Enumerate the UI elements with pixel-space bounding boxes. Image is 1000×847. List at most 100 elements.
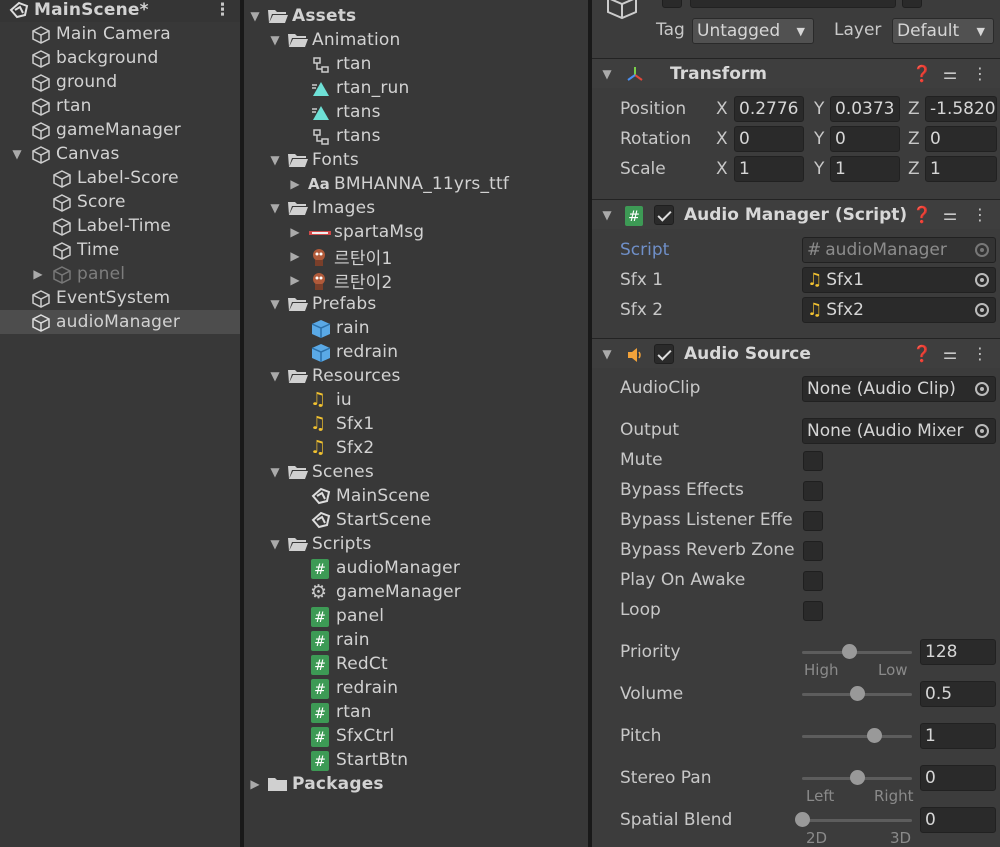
asset-item[interactable]: rtan_run: [244, 76, 588, 100]
expand-arrow-icon[interactable]: ▼: [248, 9, 262, 23]
audioclip-field[interactable]: None (Audio Clip): [802, 376, 996, 402]
audio-source-header[interactable]: ▼ Audio Source ❓ ⚌ ⋮: [592, 338, 1000, 368]
expand-arrow-icon[interactable]: ▼: [600, 208, 614, 222]
collapse-arrow-icon[interactable]: ▶: [288, 249, 302, 263]
asset-item[interactable]: ▶ 르탄이2: [244, 268, 588, 293]
collapse-arrow-icon[interactable]: ▶: [288, 225, 302, 239]
scale-z-field[interactable]: 1: [925, 156, 997, 182]
asset-item[interactable]: ♫ Sfx1: [244, 412, 588, 436]
expand-arrow-icon[interactable]: ▼: [268, 465, 282, 479]
play-on-awake-checkbox[interactable]: [803, 571, 823, 591]
sfx1-field[interactable]: ♫ Sfx1: [802, 267, 996, 293]
tag-dropdown[interactable]: Untagged ▼: [692, 18, 814, 44]
hierarchy-item[interactable]: gameManager: [0, 118, 240, 142]
asset-item[interactable]: rtans: [244, 124, 588, 148]
active-checkbox[interactable]: [662, 0, 682, 8]
asset-item[interactable]: rtans: [244, 100, 588, 124]
output-field[interactable]: None (Audio Mixer: [802, 418, 996, 444]
expand-arrow-icon[interactable]: ▼: [268, 297, 282, 311]
folder-scenes[interactable]: ▼ Scenes: [244, 460, 588, 484]
collapse-arrow-icon[interactable]: ▶: [288, 273, 302, 287]
preset-icon[interactable]: ⚌: [940, 344, 960, 364]
asset-item[interactable]: ⚙ gameManager: [244, 580, 588, 604]
folder-animation[interactable]: ▼ Animation: [244, 28, 588, 52]
position-z-field[interactable]: -1.5820: [925, 96, 997, 122]
hierarchy-item[interactable]: audioManager: [0, 310, 240, 334]
hierarchy-item[interactable]: Label-Time: [0, 214, 240, 238]
asset-item[interactable]: ▶ spartaMsg: [244, 220, 588, 244]
asset-item[interactable]: # RedCt: [244, 652, 588, 676]
pitch-field[interactable]: 1: [920, 723, 996, 749]
asset-item[interactable]: # StartBtn: [244, 748, 588, 772]
loop-checkbox[interactable]: [803, 601, 823, 621]
hierarchy-item[interactable]: EventSystem: [0, 286, 240, 310]
expand-arrow-icon[interactable]: ▼: [600, 347, 614, 361]
folder-scripts[interactable]: ▼ Scripts: [244, 532, 588, 556]
expand-arrow-icon[interactable]: ▼: [268, 369, 282, 383]
bypass-listener-checkbox[interactable]: [803, 511, 823, 531]
folder-prefabs[interactable]: ▼ Prefabs: [244, 292, 588, 316]
asset-item[interactable]: # SfxCtrl: [244, 724, 588, 748]
position-y-field[interactable]: 0.0373: [830, 96, 900, 122]
hierarchy-item[interactable]: ground: [0, 70, 240, 94]
help-icon[interactable]: ❓: [912, 64, 932, 84]
asset-item[interactable]: redrain: [244, 340, 588, 364]
collapse-arrow-icon[interactable]: ▶: [288, 177, 302, 191]
stereo-pan-field[interactable]: 0: [920, 765, 996, 791]
collapse-arrow-icon[interactable]: ▶: [31, 267, 45, 281]
object-picker-icon[interactable]: [975, 303, 989, 317]
asset-item[interactable]: ♫ Sfx2: [244, 436, 588, 460]
scale-y-field[interactable]: 1: [830, 156, 900, 182]
hierarchy-item[interactable]: Main Camera: [0, 22, 240, 46]
help-icon[interactable]: ❓: [912, 205, 932, 225]
help-icon[interactable]: ❓: [912, 344, 932, 364]
pitch-slider-track[interactable]: [802, 735, 912, 738]
stereo-pan-slider-knob[interactable]: [850, 770, 865, 785]
folder-resources[interactable]: ▼ Resources: [244, 364, 588, 388]
sfx2-field[interactable]: ♫ Sfx2: [802, 297, 996, 323]
preset-icon[interactable]: ⚌: [940, 64, 960, 84]
preset-icon[interactable]: ⚌: [940, 205, 960, 225]
expand-arrow-icon[interactable]: ▼: [268, 201, 282, 215]
hierarchy-item[interactable]: Label-Score: [0, 166, 240, 190]
asset-item[interactable]: rain: [244, 316, 588, 340]
folder-images[interactable]: ▼ Images: [244, 196, 588, 220]
asset-item[interactable]: # rtan: [244, 700, 588, 724]
expand-arrow-icon[interactable]: ▼: [268, 33, 282, 47]
bypass-reverb-checkbox[interactable]: [803, 541, 823, 561]
position-x-field[interactable]: 0.2776: [734, 96, 804, 122]
object-picker-icon[interactable]: [975, 382, 989, 396]
rotation-x-field[interactable]: 0: [734, 126, 804, 152]
rotation-z-field[interactable]: 0: [925, 126, 997, 152]
component-menu-icon[interactable]: ⋮: [970, 344, 990, 364]
hierarchy-item[interactable]: Score: [0, 190, 240, 214]
layer-dropdown[interactable]: Default ▼: [892, 18, 994, 44]
expand-arrow-icon[interactable]: ▼: [268, 537, 282, 551]
audio-manager-header[interactable]: ▼ # Audio Manager (Script) ❓ ⚌ ⋮: [592, 199, 1000, 229]
transform-header[interactable]: ▼ Transform ❓ ⚌ ⋮: [592, 58, 1000, 88]
object-picker-icon[interactable]: [975, 424, 989, 438]
scene-menu-icon[interactable]: ⋮: [214, 0, 231, 20]
folder-fonts[interactable]: ▼ Fonts: [244, 148, 588, 172]
component-enabled-checkbox[interactable]: [654, 204, 674, 225]
asset-item[interactable]: ▶ Aa BMHANNA_11yrs_ttf: [244, 172, 588, 196]
collapse-arrow-icon[interactable]: ▶: [248, 777, 262, 791]
hierarchy-item[interactable]: rtan: [0, 94, 240, 118]
component-menu-icon[interactable]: ⋮: [970, 64, 990, 84]
folder-packages[interactable]: ▶ Packages: [244, 772, 588, 796]
expand-arrow-icon[interactable]: ▼: [10, 147, 24, 161]
scale-x-field[interactable]: 1: [734, 156, 804, 182]
asset-item[interactable]: rtan: [244, 52, 588, 76]
hierarchy-item[interactable]: ▶ panel: [0, 262, 240, 286]
bypass-effects-checkbox[interactable]: [803, 481, 823, 501]
component-enabled-checkbox[interactable]: [654, 343, 674, 364]
static-checkbox[interactable]: [902, 0, 922, 8]
scene-row[interactable]: MainScene* ⋮: [0, 0, 240, 22]
hierarchy-item[interactable]: background: [0, 46, 240, 70]
pitch-slider-knob[interactable]: [866, 728, 882, 743]
asset-item[interactable]: ♫ iu: [244, 388, 588, 412]
priority-slider-knob[interactable]: [842, 644, 858, 659]
volume-field[interactable]: 0.5: [920, 681, 996, 707]
spatial-blend-slider-knob[interactable]: [795, 812, 810, 827]
hierarchy-item[interactable]: Time: [0, 238, 240, 262]
